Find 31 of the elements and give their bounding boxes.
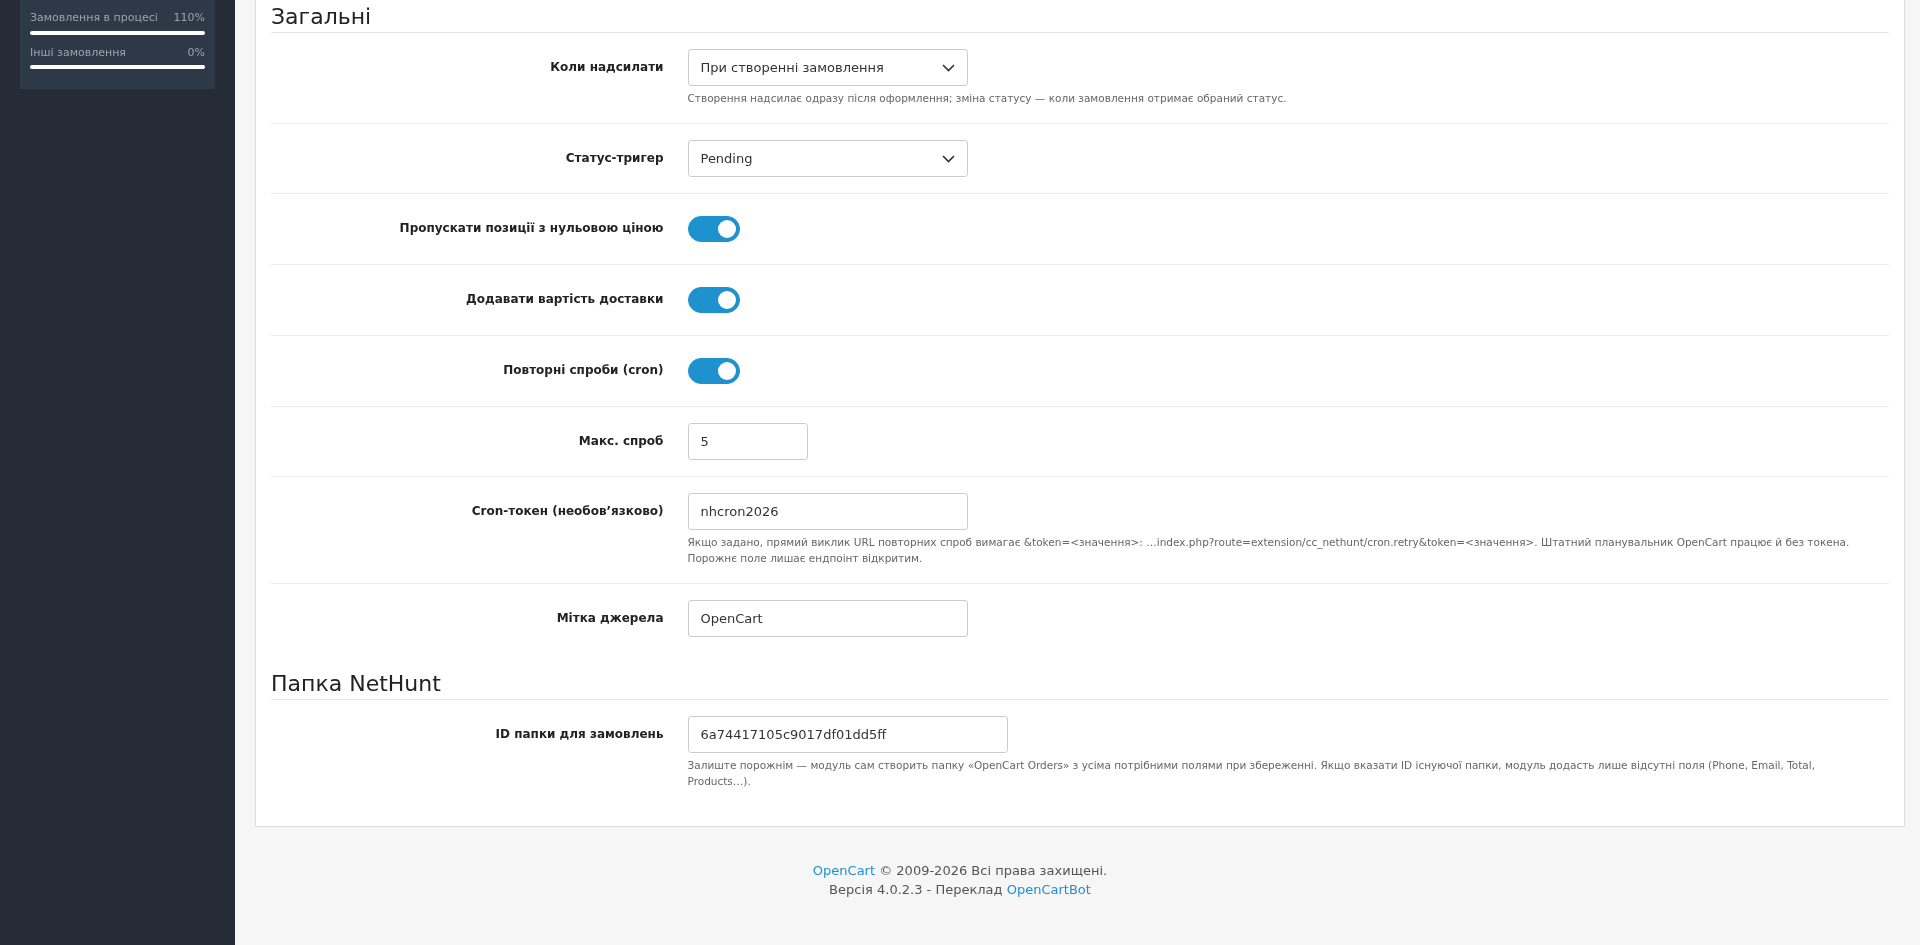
- input-field[interactable]: nhcron2026: [687, 493, 968, 531]
- stat-label: Замовлення в процесі: [30, 10, 158, 26]
- stat-label: Інші замовлення: [30, 44, 126, 61]
- field-label: Пропускати позиції з нульовою ціною: [398, 220, 665, 238]
- stat-value: 0%: [187, 44, 205, 61]
- section-title: Папка NetHunt: [271, 666, 1889, 701]
- chevron-down-icon: [941, 63, 955, 72]
- footer-text: © 2009-2026 Всі права захищені.: [878, 862, 1108, 878]
- field-label: Cron-токен (необов’язково): [470, 503, 665, 521]
- footer-text: Версія 4.0.2.3 - Переклад: [829, 882, 1004, 898]
- field-label: Повторні спроби (cron): [502, 362, 665, 380]
- stat-value: 110%: [173, 10, 205, 26]
- toggle-switch[interactable]: [687, 358, 740, 385]
- help-text: Створення надсилає одразу після оформлення; зміна статусу — коли замовлення отримає обраний статус.: [687, 91, 1288, 107]
- toggle-switch[interactable]: [687, 287, 740, 314]
- field-label: Мітка джерела: [555, 609, 665, 627]
- field-label: Статус-тригер: [564, 150, 665, 168]
- input-field[interactable]: 6a74417105c9017df01dd5ff: [687, 716, 1008, 754]
- toggle-switch[interactable]: [687, 216, 740, 243]
- help-text: Якщо задано, прямий виклик URL повторних спроб вимагає &token=<значення>: …index.php?route=extension/cc_nethunt/cron.retry&token=<значення>. Штатний планувальник OpenCart працює й без токена. Порожнє поле лишає ендпоінт відкритим.: [687, 535, 1851, 566]
- section-title: Загальні: [271, 0, 1889, 34]
- chevron-down-icon: [941, 154, 955, 163]
- field-label: Додавати вартість доставки: [465, 291, 665, 309]
- field-label: Коли надсилати: [549, 59, 665, 77]
- help-text: Залиште порожнім — модуль сам створить папку «OpenCart Orders» з усіма потрібними полями при збереженні. Якщо вказати ID існуючої папки, модуль додасть лише відсутні поля (Phone, Email, Total, Products…).: [687, 758, 1817, 789]
- field-label: Макс. спроб: [577, 433, 665, 451]
- select-field[interactable]: При створенні замовлення: [687, 49, 968, 87]
- select-field[interactable]: Pending: [687, 140, 968, 178]
- input-field[interactable]: OpenCart: [687, 599, 968, 637]
- input-field[interactable]: 5: [687, 423, 808, 461]
- field-label: ID папки для замовлень: [494, 726, 665, 744]
